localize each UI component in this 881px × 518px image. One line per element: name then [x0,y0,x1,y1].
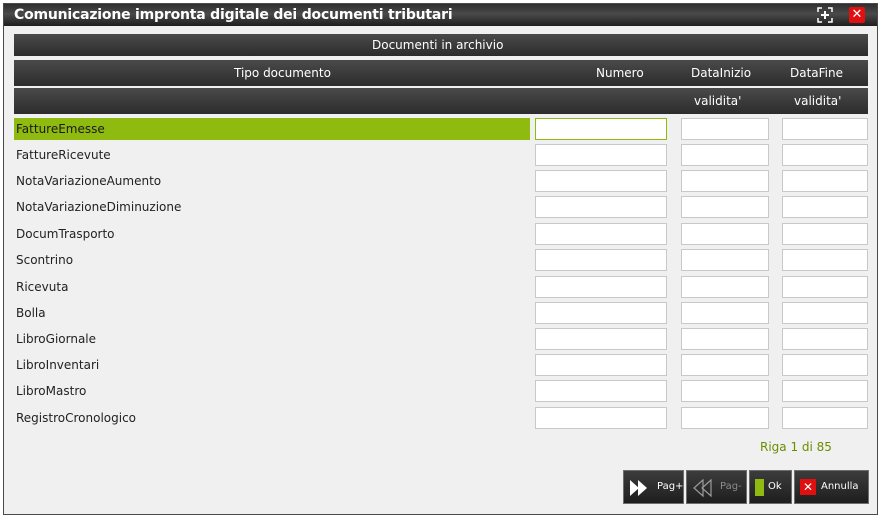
ok-icon [755,479,764,496]
window-title: Comunicazione impronta digitale dei docu… [14,7,453,23]
data-inizio-field[interactable] [681,302,769,324]
data-fine-field[interactable] [782,118,868,140]
data-inizio-field[interactable] [681,249,769,271]
column-header-row: Tipo documento Numero DataInizio DataFin… [14,60,868,86]
data-inizio-field[interactable] [681,354,769,376]
data-inizio-field[interactable] [681,276,769,298]
numero-field[interactable] [535,196,667,218]
row-label[interactable]: LibroInventari [14,354,530,376]
row-label[interactable]: FattureRicevute [14,144,530,166]
numero-field[interactable] [535,328,667,350]
ok-label: Ok [768,481,782,492]
column-header-row-2: validita' validita' [14,88,868,114]
data-inizio-field[interactable] [681,118,769,140]
data-fine-field[interactable] [782,196,868,218]
pag-next-label: Pag+ [657,481,684,492]
row-label[interactable]: RegistroCronologico [14,407,530,429]
numero-field[interactable] [535,249,667,271]
numero-field[interactable] [535,407,667,429]
row-label[interactable]: Scontrino [14,249,530,271]
title-bar: Comunicazione impronta digitale dei docu… [4,4,877,26]
data-inizio-field[interactable] [681,144,769,166]
row-label[interactable]: LibroGiornale [14,328,530,350]
data-fine-field[interactable] [782,223,868,245]
row-counter: Riga 1 di 85 [760,440,832,454]
col-data-fine: DataFine [790,66,844,80]
row-label[interactable]: DocumTrasporto [14,223,530,245]
data-inizio-field[interactable] [681,170,769,192]
expand-icon[interactable] [816,7,834,23]
pag-prev-button[interactable]: Pag- [686,470,747,504]
data-fine-field[interactable] [782,144,868,166]
col-tipo-documento: Tipo documento [234,66,331,80]
row-label[interactable]: NotaVariazioneAumento [14,170,530,192]
pag-next-button[interactable]: Pag+ [623,470,684,504]
data-inizio-field[interactable] [681,196,769,218]
col-data-inizio-sub: validita' [694,94,742,108]
data-fine-field[interactable] [782,276,868,298]
numero-field[interactable] [535,302,667,324]
row-label[interactable]: Ricevuta [14,276,530,298]
row-label[interactable]: FattureEmesse [14,118,530,140]
data-fine-field[interactable] [782,328,868,350]
data-fine-field[interactable] [782,249,868,271]
double-arrow-left-icon [693,479,712,497]
numero-field[interactable] [535,276,667,298]
row-label[interactable]: NotaVariazioneDiminuzione [14,196,530,218]
pag-prev-label: Pag- [720,481,742,492]
numero-field[interactable] [535,170,667,192]
col-numero: Numero [596,66,644,80]
numero-field[interactable] [535,380,667,402]
col-data-inizio: DataInizio [691,66,752,80]
numero-field[interactable] [535,354,667,376]
data-fine-field[interactable] [782,170,868,192]
row-label[interactable]: Bolla [14,302,530,324]
section-title: Documenti in archivio [372,38,504,52]
close-icon[interactable]: ✕ [849,7,865,23]
data-fine-field[interactable] [782,354,868,376]
col-data-fine-sub: validita' [794,94,842,108]
data-fine-field[interactable] [782,302,868,324]
data-fine-field[interactable] [782,407,868,429]
ok-button[interactable]: Ok [749,470,792,504]
cancel-icon: ✕ [800,479,816,495]
double-arrow-right-icon [630,480,647,496]
numero-field[interactable] [535,223,667,245]
data-fine-field[interactable] [782,380,868,402]
data-inizio-field[interactable] [681,407,769,429]
row-label[interactable]: LibroMastro [14,380,530,402]
data-inizio-field[interactable] [681,380,769,402]
section-header: Documenti in archivio [14,34,868,56]
data-inizio-field[interactable] [681,328,769,350]
annulla-label: Annulla [821,481,859,492]
numero-field[interactable] [535,118,667,140]
annulla-button[interactable]: ✕ Annulla [794,470,869,504]
data-inizio-field[interactable] [681,223,769,245]
numero-field[interactable] [535,144,667,166]
